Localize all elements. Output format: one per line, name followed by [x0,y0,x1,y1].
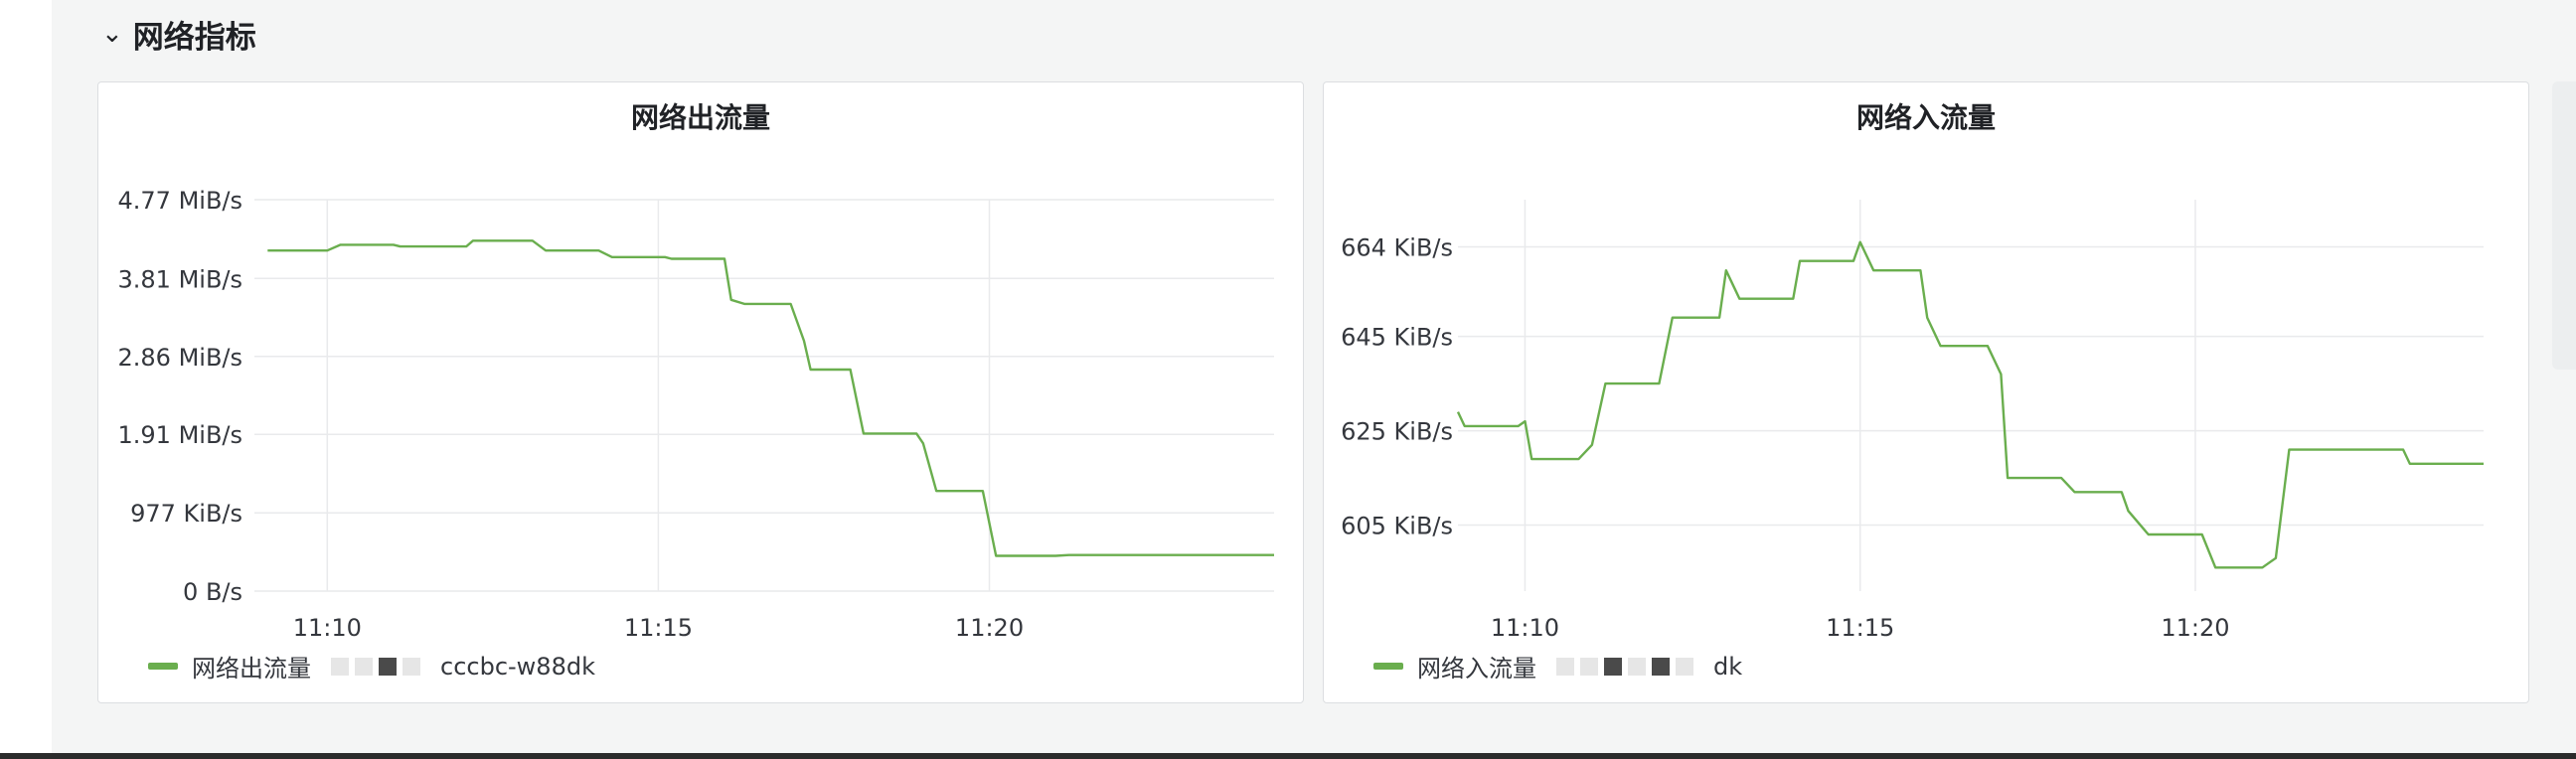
x-tick-label: 11:20 [955,614,1024,642]
y-tick-label: 664 KiB/s [1341,233,1453,261]
divider [0,753,2576,759]
y-tick-label: 645 KiB/s [1341,324,1453,352]
panel-network-out[interactable]: 网络出流量 0 B/s 977 KiB/s 1.91 MiB/s 2.86 MiB/s… [97,81,1304,703]
series-line[interactable] [1456,240,2484,569]
legend[interactable]: 网络入流量 dk [1373,649,1742,683]
legend-label: 网络出流量 [192,655,311,683]
x-tick-label: 11:15 [1826,614,1894,642]
section-header[interactable]: ⌄ 网络指标 [101,6,256,62]
left-sidebar [0,0,53,759]
y-tick-label: 625 KiB/s [1341,418,1453,446]
x-tick-label: 11:20 [2161,614,2229,642]
y-tick-label: 2.86 MiB/s [118,344,243,372]
legend-label: 网络入流量 [1417,655,1536,683]
y-tick-label: 605 KiB/s [1341,513,1453,540]
network-in-chart: 605 KiB/s 625 KiB/s 645 KiB/s 664 KiB/s 11:1… [1341,200,2484,642]
legend-swatch [148,663,178,670]
legend-swatch [1373,663,1403,670]
section-title: 网络指标 [132,19,256,56]
x-tick-label: 11:10 [293,614,362,642]
y-tick-label: 1.91 MiB/s [118,421,243,449]
chevron-down-icon[interactable]: ⌄ [101,21,123,47]
redacted-text [1556,657,1693,676]
x-tick-label: 11:15 [624,614,693,642]
y-tick-label: 4.77 MiB/s [118,187,243,215]
legend[interactable]: 网络出流量 cccbc-w88dk [148,649,595,683]
redacted-text [331,657,420,676]
network-out-chart: 0 B/s 977 KiB/s 1.91 MiB/s 2.86 MiB/s 3.81 M… [118,187,1274,642]
series-line[interactable] [267,239,1274,557]
legend-label-suffix: dk [1713,652,1743,681]
y-tick-label: 0 B/s [183,578,242,606]
y-tick-label: 3.81 MiB/s [118,265,243,293]
legend-label-suffix: cccbc-w88dk [440,652,595,681]
x-tick-label: 11:10 [1491,614,1559,642]
scrollbar[interactable] [2552,81,2576,370]
y-tick-label: 977 KiB/s [130,500,242,528]
panel-network-in[interactable]: 网络入流量 605 KiB/s 625 KiB/s 645 KiB/s 664 KiB… [1323,81,2529,703]
